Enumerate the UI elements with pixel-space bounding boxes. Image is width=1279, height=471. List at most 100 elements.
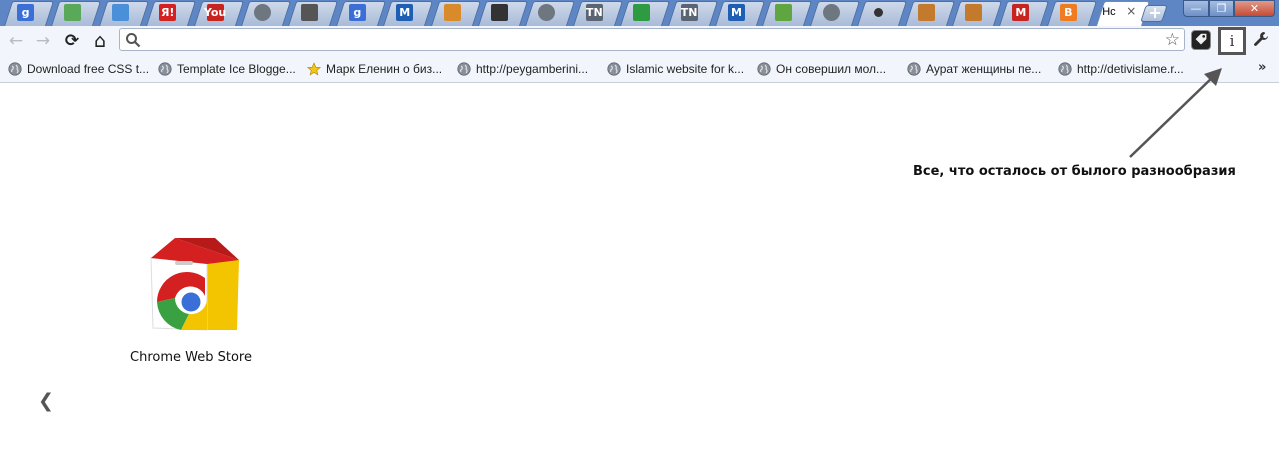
tab[interactable]: TN bbox=[667, 1, 718, 26]
search-icon bbox=[126, 33, 141, 48]
globe-icon bbox=[907, 62, 921, 76]
bookmark-label: Он совершил мол... bbox=[776, 62, 887, 76]
yandex-icon: Я! bbox=[159, 4, 177, 21]
target-icon bbox=[301, 4, 319, 21]
chrome-web-store-icon bbox=[150, 238, 239, 331]
bookmark-item[interactable]: http://peygamberini... bbox=[457, 61, 588, 77]
tab[interactable] bbox=[809, 1, 860, 26]
document-icon bbox=[111, 4, 129, 21]
windows-icon bbox=[633, 4, 651, 21]
food-icon bbox=[917, 4, 935, 21]
wrench-menu-button[interactable] bbox=[1253, 31, 1269, 51]
bookmark-item[interactable]: Download free CSS t... bbox=[8, 61, 149, 77]
m-icon: M bbox=[728, 4, 745, 21]
tab[interactable]: B bbox=[1046, 1, 1097, 26]
bookmark-item[interactable]: Islamic website for k... bbox=[607, 61, 744, 77]
tab[interactable]: M bbox=[999, 1, 1050, 26]
wrench-icon bbox=[1254, 32, 1268, 46]
tab[interactable] bbox=[241, 1, 292, 26]
annotation-text: Все, что осталось от былого разнообразия bbox=[913, 164, 1236, 179]
globe-icon bbox=[457, 62, 471, 76]
bookmark-item[interactable]: Марк Еленин о биз... bbox=[307, 61, 442, 77]
tab[interactable]: g bbox=[335, 1, 386, 26]
globe-icon bbox=[607, 62, 621, 76]
globe-icon bbox=[254, 4, 271, 21]
gmail-icon: M bbox=[1012, 4, 1030, 21]
tab[interactable]: TN bbox=[572, 1, 623, 26]
google-icon: g bbox=[17, 4, 34, 21]
tab-strip: g Я! You g M TN TN M M B Нс × + — ❐ ✕ bbox=[0, 0, 1279, 26]
tab-close-icon[interactable]: × bbox=[1126, 4, 1136, 18]
youtube-icon: You bbox=[203, 4, 227, 21]
tab[interactable] bbox=[952, 1, 1003, 26]
previous-page-button[interactable]: ❮ bbox=[38, 390, 54, 412]
tab[interactable] bbox=[857, 1, 908, 26]
app-label: Chrome Web Store bbox=[130, 350, 252, 365]
forward-button[interactable]: → bbox=[33, 31, 53, 51]
bookmark-item[interactable]: Он совершил мол... bbox=[757, 61, 886, 77]
star-icon bbox=[307, 62, 321, 76]
tab[interactable]: M bbox=[715, 1, 766, 26]
bookmark-label: Download free CSS t... bbox=[27, 62, 150, 76]
home-button[interactable]: ⌂ bbox=[90, 30, 110, 52]
tab[interactable] bbox=[51, 1, 102, 26]
close-window-button[interactable]: ✕ bbox=[1234, 0, 1275, 17]
bookmark-label: http://detivislame.r... bbox=[1077, 62, 1184, 76]
tn-icon: TN bbox=[585, 4, 603, 21]
bookmark-label: Islamic website for k... bbox=[626, 62, 745, 76]
tab[interactable] bbox=[478, 1, 529, 26]
info-icon: i bbox=[1229, 32, 1235, 50]
tab[interactable] bbox=[430, 1, 481, 26]
maximize-button[interactable]: ❐ bbox=[1209, 0, 1234, 17]
minimize-button[interactable]: — bbox=[1183, 0, 1209, 17]
money-icon bbox=[775, 4, 793, 21]
globe-icon bbox=[822, 4, 840, 21]
tag-icon bbox=[1195, 33, 1207, 45]
globe-icon bbox=[1058, 62, 1072, 76]
google-icon: g bbox=[348, 4, 366, 21]
compass-icon bbox=[443, 4, 461, 21]
info-extension-button[interactable]: i bbox=[1218, 27, 1246, 55]
dot-icon bbox=[870, 4, 887, 21]
tab[interactable] bbox=[904, 1, 955, 26]
tab[interactable]: You bbox=[193, 1, 244, 26]
bookmarks-overflow-button[interactable]: » bbox=[1258, 60, 1266, 75]
tab[interactable] bbox=[98, 1, 149, 26]
globe-icon bbox=[158, 62, 172, 76]
back-button[interactable]: ← bbox=[6, 31, 26, 51]
food-icon bbox=[965, 4, 982, 21]
tn-icon: TN bbox=[680, 4, 698, 21]
tab[interactable]: Я! bbox=[146, 1, 197, 26]
bookmark-label: Аурат женщины пе... bbox=[926, 62, 1042, 76]
tab-title: Нс bbox=[1102, 6, 1116, 18]
new-tab-button[interactable]: + bbox=[1140, 3, 1168, 22]
tab[interactable]: g bbox=[4, 1, 55, 26]
tab[interactable] bbox=[525, 1, 576, 26]
browser-toolbar: ← → ⟳ ⌂ ☆ i bbox=[0, 26, 1279, 57]
globe-icon bbox=[8, 62, 22, 76]
globe-icon bbox=[757, 62, 771, 76]
m-icon: M bbox=[396, 4, 414, 21]
tab-active[interactable]: Нс × bbox=[1096, 1, 1151, 26]
tab[interactable] bbox=[620, 1, 671, 26]
bookmarks-bar: Download free CSS t... Template Ice Blogg… bbox=[0, 57, 1279, 83]
bookmark-star-icon[interactable]: ☆ bbox=[1165, 30, 1180, 50]
avatar-icon bbox=[491, 4, 508, 21]
picasa-icon bbox=[64, 4, 82, 21]
tab[interactable] bbox=[288, 1, 339, 26]
bookmark-label: Template Ice Blogge... bbox=[177, 62, 296, 76]
bookmark-label: http://peygamberini... bbox=[476, 62, 589, 76]
bookmark-item[interactable]: Аурат женщины пе... bbox=[907, 61, 1041, 77]
tab[interactable] bbox=[762, 1, 813, 26]
bookmark-label: Марк Еленин о биз... bbox=[326, 62, 443, 76]
reload-button[interactable]: ⟳ bbox=[62, 31, 82, 51]
window-controls: — ❐ ✕ bbox=[1183, 0, 1275, 17]
plus-icon: + bbox=[1148, 3, 1162, 22]
address-bar[interactable]: ☆ bbox=[119, 28, 1185, 51]
extension-button[interactable] bbox=[1191, 30, 1211, 50]
blogger-icon: B bbox=[1059, 4, 1077, 21]
bookmark-item[interactable]: Template Ice Blogge... bbox=[158, 61, 296, 77]
bookmark-item[interactable]: http://detivislame.r... bbox=[1058, 61, 1184, 77]
app-chrome-web-store[interactable]: Chrome Web Store bbox=[118, 232, 264, 372]
tab[interactable]: M bbox=[383, 1, 434, 26]
